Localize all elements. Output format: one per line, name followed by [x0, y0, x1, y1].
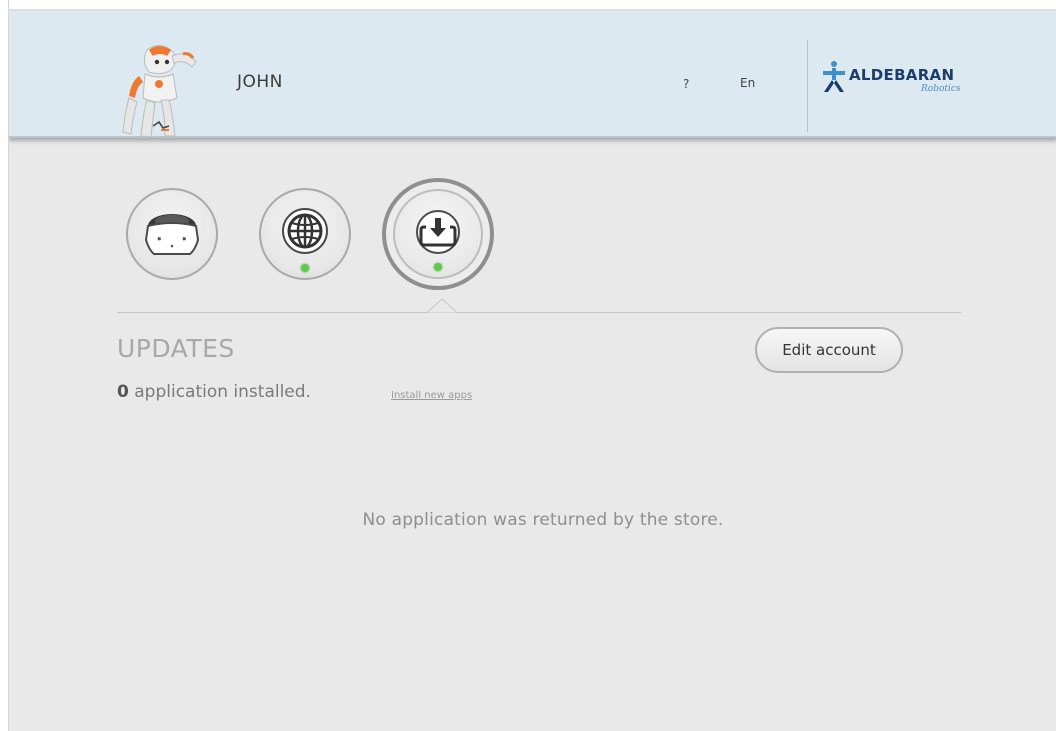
installed-text: application installed.: [128, 382, 311, 402]
language-selector[interactable]: En: [740, 76, 755, 90]
header-bar: JOHN ? En ALDEBARAN Robotics: [9, 12, 1056, 138]
installed-summary: 0 application installed.: [117, 382, 311, 402]
updates-status-dot: [434, 263, 442, 271]
edit-account-button[interactable]: Edit account: [755, 327, 903, 373]
aldebaran-logo-icon: [823, 61, 845, 92]
robot-button[interactable]: [126, 188, 218, 280]
empty-state-message: No application was returned by the store…: [362, 510, 724, 530]
app-window: JOHN ? En ALDEBARAN Robotics UPDATES Edi…: [8, 0, 1056, 731]
window-top-strip: [9, 0, 1056, 12]
section-divider: [117, 312, 961, 313]
network-status-dot: [301, 264, 309, 272]
robot-avatar: [122, 45, 197, 138]
help-link[interactable]: ?: [683, 77, 689, 91]
user-name: JOHN: [237, 72, 283, 92]
updates-button-inner: [393, 189, 483, 279]
robot-head-icon: [144, 214, 200, 255]
logo-brand: ALDEBARAN: [849, 66, 955, 84]
selection-pointer: [427, 298, 457, 313]
header-divider: [807, 40, 808, 132]
install-new-apps-link[interactable]: Install new apps: [391, 390, 472, 401]
aldebaran-logo: ALDEBARAN Robotics: [821, 60, 971, 108]
updates-button[interactable]: [382, 178, 494, 290]
installed-count: 0: [117, 382, 129, 402]
network-button[interactable]: [259, 188, 351, 280]
logo-tagline: Robotics: [921, 84, 961, 94]
page-title: UPDATES: [117, 334, 235, 363]
